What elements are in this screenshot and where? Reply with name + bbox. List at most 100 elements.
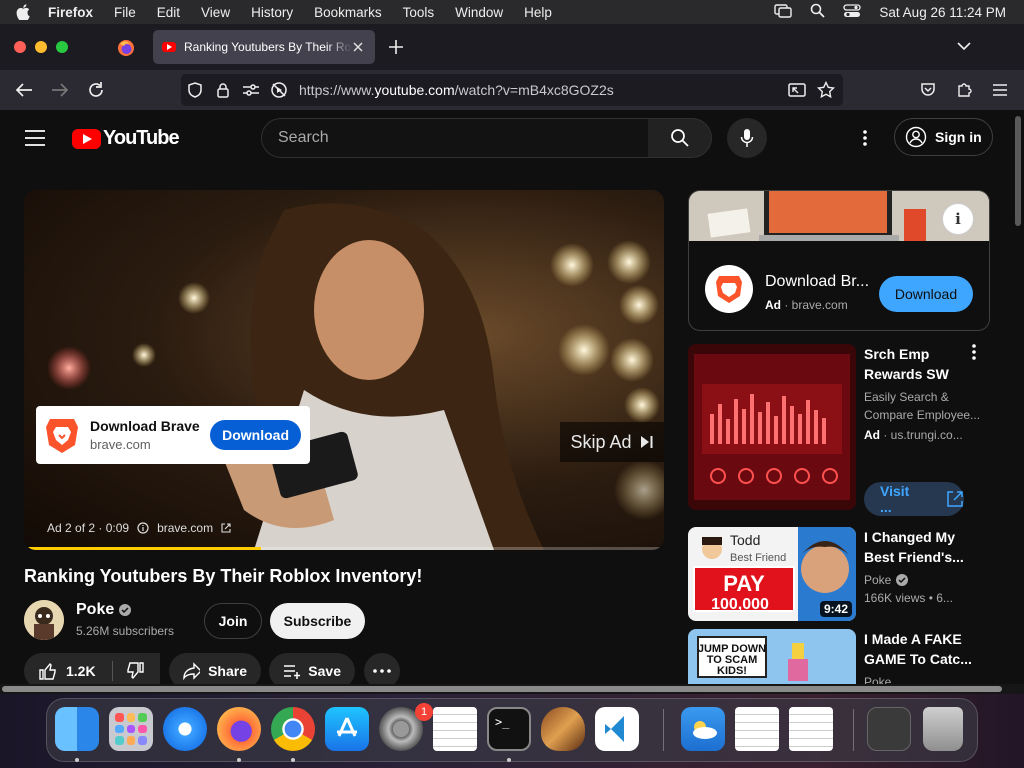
garageband-guitar-icon[interactable]	[541, 707, 585, 751]
url-text[interactable]: https://www.youtube.com/watch?v=mB4xc8GO…	[299, 82, 614, 98]
close-tab-icon[interactable]	[349, 38, 367, 56]
extensions-puzzle-icon[interactable]	[952, 78, 976, 102]
channel-avatar[interactable]	[24, 600, 64, 640]
control-center-icon[interactable]	[843, 3, 862, 21]
desktop-background: 1 >_	[0, 694, 1024, 768]
menu-bar: Firefox File Edit View History Bookmarks…	[0, 0, 1024, 24]
skip-ad-button[interactable]: Skip Ad	[560, 422, 664, 462]
recommendation-video[interactable]: Todd Best Friend PAY 100,000 9:42 I Changed…	[688, 527, 998, 623]
video-player[interactable]: Download Brave brave.com Download Skip A…	[24, 190, 664, 550]
thumbs-up-icon	[39, 662, 56, 680]
forward-arrow-icon[interactable]	[48, 78, 72, 102]
ad-progress-bar[interactable]	[24, 547, 664, 550]
voice-search-button[interactable]	[727, 118, 767, 158]
rec-title[interactable]: I Changed My Best Friend's...	[864, 527, 984, 567]
apple-icon[interactable]	[16, 4, 36, 20]
join-button[interactable]: Join	[204, 603, 262, 639]
ad-download-button[interactable]: Download	[210, 420, 301, 450]
horizontal-scrollbar[interactable]	[0, 684, 1024, 694]
menu-tools[interactable]: Tools	[403, 5, 435, 20]
microphone-icon	[740, 129, 754, 147]
vscode-icon[interactable]	[595, 707, 639, 751]
guide-menu-icon[interactable]	[24, 128, 46, 148]
pocket-icon[interactable]	[916, 78, 940, 102]
ad-overlay-card[interactable]: Download Brave brave.com Download	[36, 406, 310, 464]
close-window-button[interactable]	[14, 41, 26, 53]
menu-help[interactable]: Help	[524, 5, 552, 20]
visit-site-button[interactable]: Visit ...	[864, 482, 964, 516]
minimize-window-button[interactable]	[35, 41, 47, 53]
youtube-logo[interactable]: YouTube	[72, 127, 180, 150]
vertical-scrollbar[interactable]	[1012, 110, 1024, 688]
textedit-icon[interactable]	[433, 707, 477, 751]
new-tab-plus-icon[interactable]	[386, 37, 406, 57]
channel-name[interactable]: Poke	[76, 601, 132, 619]
screen-mirroring-icon[interactable]	[774, 3, 793, 21]
menubar-clock[interactable]: Sat Aug 26 11:24 PM	[879, 5, 1006, 20]
rec-title[interactable]: Srch Emp Rewards SW	[864, 344, 984, 384]
ad-info-icon[interactable]	[137, 522, 149, 534]
zoom-window-button[interactable]	[56, 41, 68, 53]
verified-check-icon	[896, 574, 909, 586]
scrollbar-thumb[interactable]	[2, 686, 1002, 692]
list-all-tabs-chevron-icon[interactable]	[956, 38, 972, 56]
sign-in-button[interactable]: Sign in	[894, 118, 993, 156]
rec-thumbnail[interactable]	[688, 344, 856, 510]
search-button[interactable]	[648, 118, 712, 158]
tab-title: Ranking Youtubers By Their Roblox Invent…	[184, 40, 352, 54]
menu-bookmarks[interactable]: Bookmarks	[314, 5, 382, 20]
address-bar[interactable]: https://www.youtube.com/watch?v=mB4xc8GO…	[181, 74, 843, 106]
text-document-icon[interactable]	[735, 707, 779, 751]
scrollbar-thumb[interactable]	[1015, 116, 1021, 226]
menu-app-firefox[interactable]: Firefox	[48, 5, 93, 20]
share-button[interactable]: Share	[169, 653, 261, 688]
launchpad-icon[interactable]	[109, 707, 153, 751]
tab-active[interactable]: Ranking Youtubers By Their Roblox Invent…	[153, 30, 375, 64]
like-count: 1.2K	[66, 663, 96, 679]
rec-channel[interactable]: Poke	[864, 571, 984, 589]
settings-more-icon[interactable]	[855, 128, 875, 148]
menu-window[interactable]: Window	[455, 5, 503, 20]
ad-info-icon[interactable]: i	[942, 203, 974, 235]
menu-view[interactable]: View	[201, 5, 230, 20]
app-menu-hamburger-icon[interactable]	[988, 78, 1012, 102]
lock-icon[interactable]	[209, 76, 237, 104]
rec-title[interactable]: I Made A FAKE GAME To Catc...	[864, 629, 984, 669]
tracking-protection-shield-icon[interactable]	[181, 76, 209, 104]
terminal-icon[interactable]: >_	[487, 707, 531, 751]
menu-edit[interactable]: Edit	[157, 5, 180, 20]
more-actions-button[interactable]	[364, 653, 400, 688]
search-input[interactable]: Search	[261, 118, 649, 158]
app-store-icon[interactable]	[325, 707, 369, 751]
finder-icon[interactable]	[55, 707, 99, 751]
svg-text:Best Friend: Best Friend	[730, 552, 786, 564]
rec-thumbnail[interactable]: Todd Best Friend PAY 100,000 9:42	[688, 527, 856, 621]
recent-window-icon[interactable]	[867, 707, 911, 751]
bookmark-star-icon[interactable]	[812, 76, 840, 104]
recommendation-video[interactable]: JUMP DOWN TO SCAM KIDS! I Made A FAKE GAME…	[688, 629, 998, 688]
recommendation-ad[interactable]: Srch Emp Rewards SW Easily Search & Comp…	[688, 344, 998, 522]
dislike-button[interactable]	[113, 653, 160, 688]
safari-icon[interactable]	[163, 707, 207, 751]
weather-icon[interactable]	[681, 707, 725, 751]
text-document-icon[interactable]	[789, 707, 833, 751]
chrome-icon[interactable]	[271, 707, 315, 751]
rec-thumbnail[interactable]: JUMP DOWN TO SCAM KIDS!	[688, 629, 856, 688]
save-button[interactable]: Save	[269, 653, 355, 688]
menu-file[interactable]: File	[114, 5, 136, 20]
menu-history[interactable]: History	[251, 5, 293, 20]
subscribe-button[interactable]: Subscribe	[270, 603, 365, 639]
permissions-icon[interactable]	[237, 76, 265, 104]
picture-in-picture-icon[interactable]	[783, 76, 811, 104]
trash-icon[interactable]	[923, 707, 963, 751]
ad-domain-link[interactable]: brave.com	[157, 521, 213, 535]
back-arrow-icon[interactable]	[12, 78, 36, 102]
autoplay-blocked-icon[interactable]	[265, 76, 293, 104]
sidebar-ad-download-button[interactable]: Download	[879, 276, 973, 312]
sidebar-ad[interactable]: i Download Br... Ad · brave.com Download	[688, 190, 990, 331]
firefox-icon[interactable]	[217, 707, 261, 751]
rec-more-icon[interactable]	[972, 344, 976, 365]
spotlight-search-icon[interactable]	[810, 3, 826, 21]
pinned-tab-firefox[interactable]	[110, 32, 142, 64]
reload-icon[interactable]	[84, 78, 108, 102]
